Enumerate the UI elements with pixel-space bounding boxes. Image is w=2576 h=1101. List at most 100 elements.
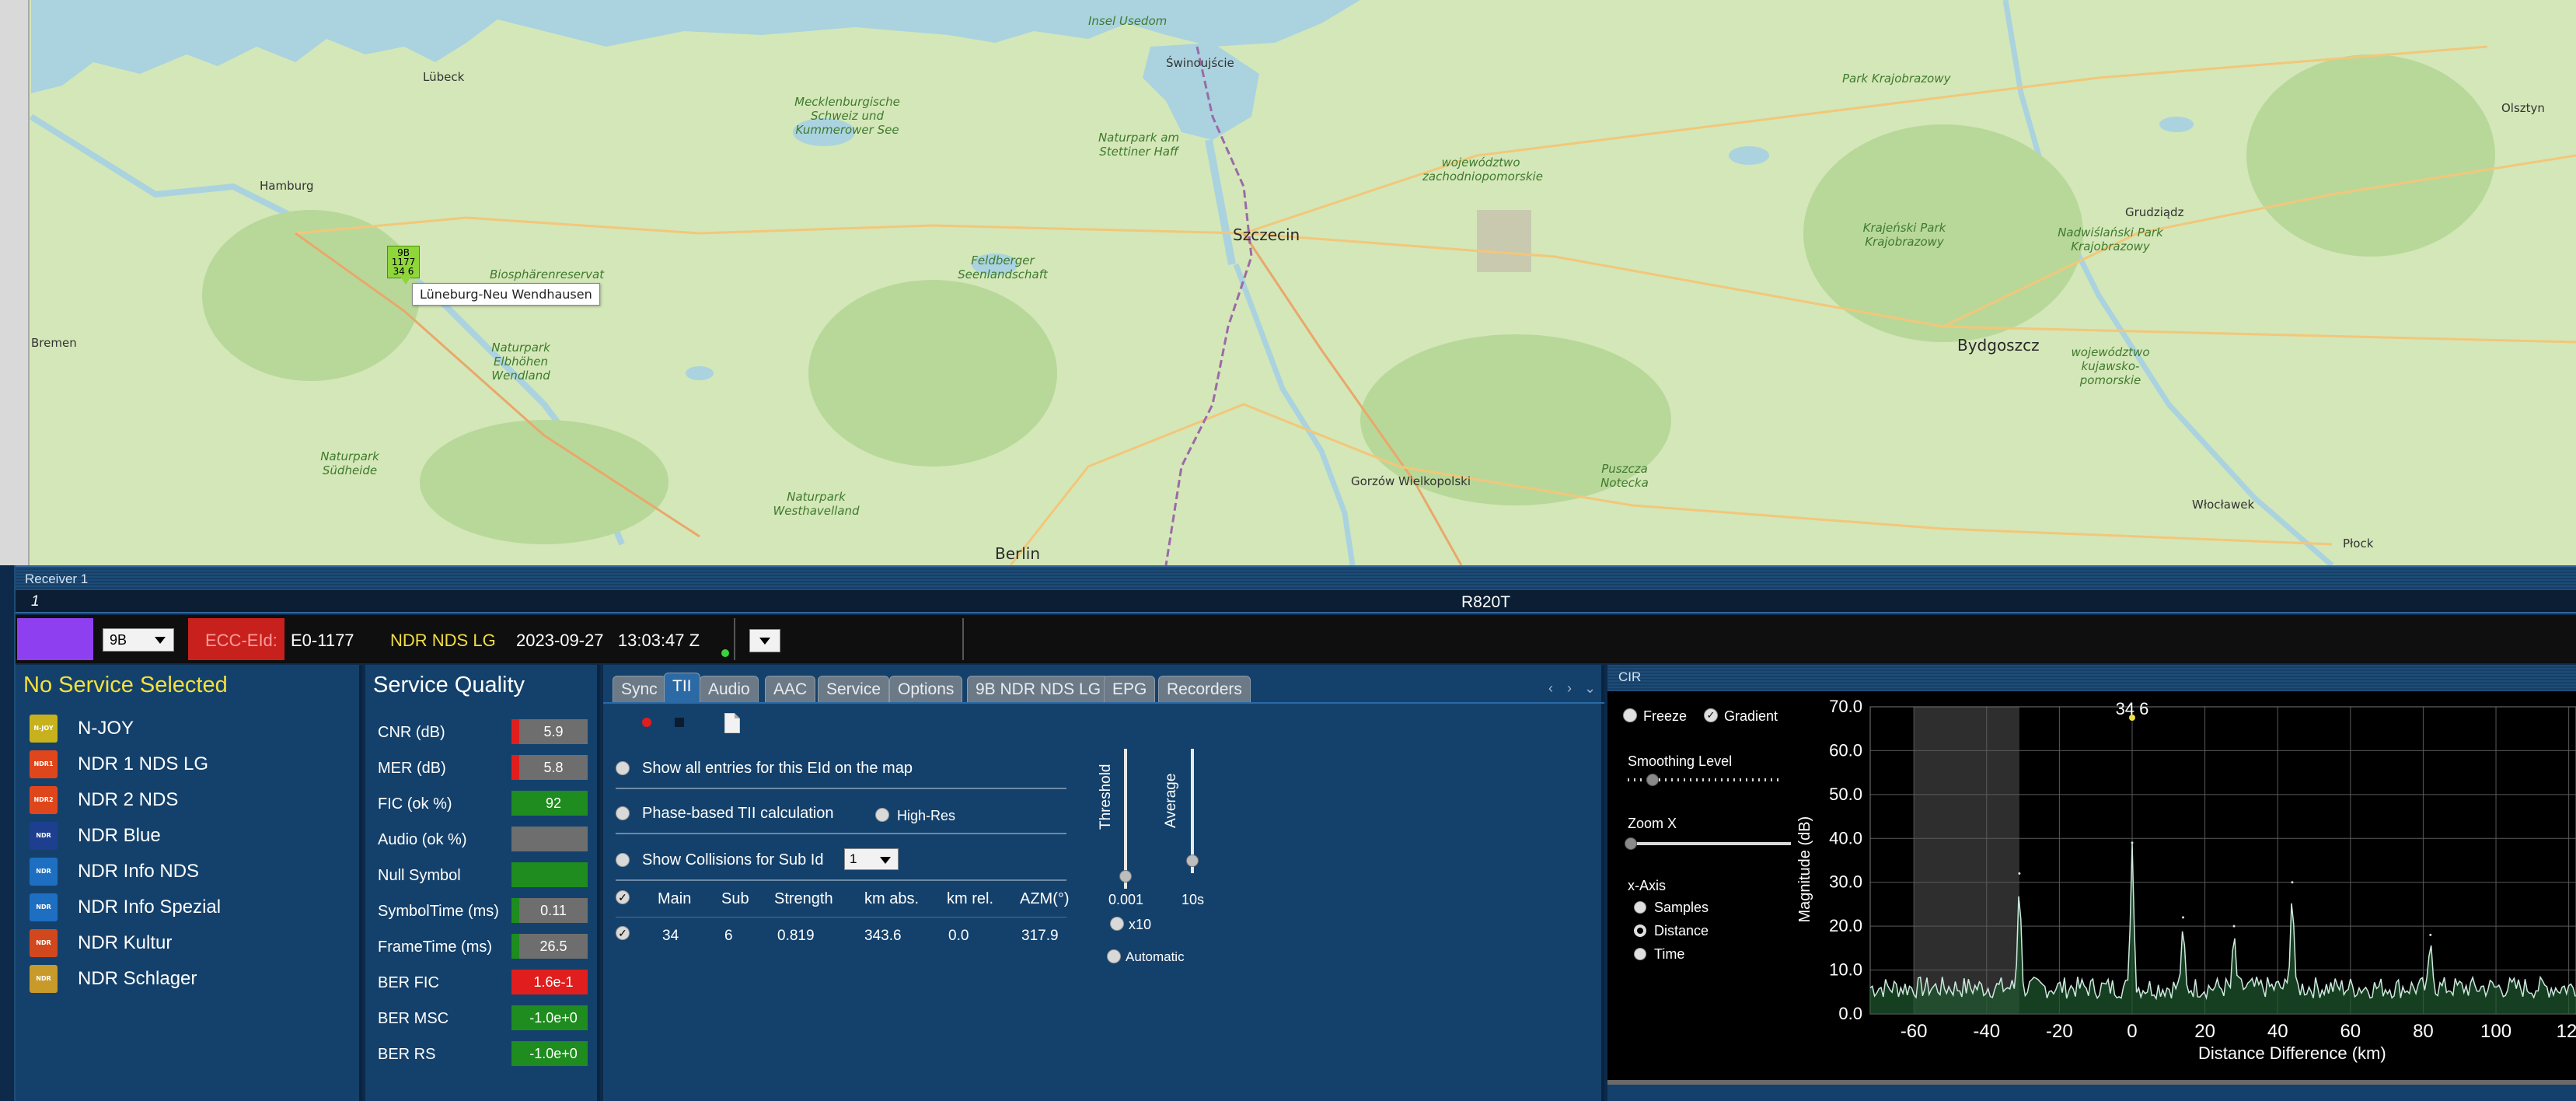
tab-aac[interactable]: AAC xyxy=(765,676,816,702)
cir-scrollbar[interactable] xyxy=(1607,1080,2576,1101)
time-radio[interactable] xyxy=(1634,948,1646,960)
service-item[interactable]: NDR NDR Blue xyxy=(30,820,356,853)
quality-value: 92 xyxy=(519,791,588,816)
radio-button[interactable] xyxy=(616,853,630,867)
tab-audio[interactable]: Audio xyxy=(700,676,759,702)
sub-id-select[interactable]: 1 xyxy=(844,848,899,870)
map-city-label: Świnoujście xyxy=(1166,56,1234,70)
tab-service[interactable]: Service xyxy=(818,676,890,702)
tab-sync[interactable]: Sync xyxy=(613,676,666,702)
quality-row: Null Symbol xyxy=(378,859,595,890)
high-res-radio[interactable] xyxy=(875,808,889,822)
chart-x-tick-label: 100 xyxy=(2480,1021,2511,1042)
zoom-label: Zoom X xyxy=(1628,816,1677,831)
ensemble-info: ECC-EId: E0-1177 NDR NDS LG 2023-09-27 1… xyxy=(188,618,732,660)
sub-id-value: 1 xyxy=(850,851,857,866)
map-region-label: Biosphärenreservat xyxy=(490,267,605,281)
cir-title: CIR xyxy=(1618,669,1642,684)
tab-scroll-left-icon[interactable]: ‹ xyxy=(1548,680,1553,697)
chart-x-tick-label: 80 xyxy=(2413,1021,2434,1042)
average-slider-thumb[interactable] xyxy=(1186,855,1199,867)
time-label: Time xyxy=(1654,946,1685,962)
tab-epg[interactable]: EPG xyxy=(1104,676,1156,702)
gradient-label: Gradient xyxy=(1724,708,1778,724)
quality-label: BER FIC xyxy=(378,974,439,991)
stop-icon[interactable] xyxy=(675,718,684,727)
service-item[interactable]: NDR1 NDR 1 NDS LG xyxy=(30,749,356,781)
quality-row: Audio (ok %) xyxy=(378,823,595,855)
receiver-color-swatch[interactable] xyxy=(17,618,93,660)
cell-km-abs: 343.6 xyxy=(864,928,902,944)
record-icon[interactable] xyxy=(642,718,651,727)
column-header-strength[interactable]: Strength xyxy=(774,890,833,908)
transmitter-marker[interactable]: 9B 1177 34 6 xyxy=(387,246,420,278)
service-item[interactable]: N-JOY N-JOY xyxy=(30,713,356,746)
zoom-slider[interactable] xyxy=(1628,842,1791,845)
map-view[interactable]: Insel Usedom Mecklenburgische Schweiz un… xyxy=(0,0,2576,565)
chart-y-tick-label: 30.0 xyxy=(1829,872,1862,892)
tab-scroll-right-icon[interactable]: › xyxy=(1567,680,1572,697)
tab-recorders[interactable]: Recorders xyxy=(1158,676,1251,702)
cir-controls: Freeze ✓ Gradient Smoothing Level Zoom X… xyxy=(1607,691,1794,1080)
chart-x-tick-label: 12 xyxy=(2557,1021,2576,1042)
map-city-label: Olsztyn xyxy=(2501,101,2545,115)
channel-select[interactable]: 9B xyxy=(103,628,174,652)
show-all-entries-option[interactable]: Show all entries for this EId on the map xyxy=(616,755,1066,781)
threshold-slider-thumb[interactable] xyxy=(1119,870,1132,883)
radio-button[interactable] xyxy=(616,806,630,820)
chart-y-tick-label: 40.0 xyxy=(1829,828,1862,848)
chart-peak-point xyxy=(2018,872,2021,875)
hardware-bar: 1 R820T xyxy=(16,590,2576,613)
radio-button[interactable] xyxy=(616,761,630,775)
map-region-label: Insel Usedom xyxy=(1088,14,1168,28)
collisions-option[interactable]: Show Collisions for Sub Id xyxy=(616,847,1066,873)
tab-tii[interactable]: TII xyxy=(664,673,700,702)
service-item[interactable]: NDR NDR Info NDS xyxy=(30,856,356,889)
distance-radio[interactable] xyxy=(1634,924,1646,937)
options-dropdown-button[interactable] xyxy=(749,629,780,652)
phase-based-option[interactable]: Phase-based TII calculation xyxy=(616,800,1066,827)
receiver-title: Receiver 1 xyxy=(25,571,89,586)
column-header-sub[interactable]: Sub xyxy=(721,890,749,908)
column-header-km-rel[interactable]: km rel. xyxy=(947,890,993,908)
service-item[interactable]: NDR NDR Kultur xyxy=(30,928,356,960)
freeze-checkbox[interactable] xyxy=(1623,708,1637,722)
station-logo-icon: NDR xyxy=(30,858,58,886)
x-axis-label: x-Axis xyxy=(1628,878,1666,893)
zoom-slider-thumb[interactable] xyxy=(1625,837,1637,850)
gradient-check-icon[interactable]: ✓ xyxy=(1704,708,1718,722)
tab-list-chevron-icon[interactable]: ⌄ xyxy=(1584,680,1596,697)
cir-chart[interactable]: 0.0 10.0 20.0 30.0 40.0 50.0 60.0 70.0 -60 -40 -2… xyxy=(1794,691,2576,1080)
receiver-titlebar[interactable]: Receiver 1 xyxy=(16,565,2576,590)
service-item[interactable]: NDR NDR Info Spezial xyxy=(30,892,356,924)
quality-label: SymbolTime (ms) xyxy=(378,903,499,920)
column-header-main[interactable]: Main xyxy=(658,890,691,908)
quality-value: 26.5 xyxy=(519,934,588,959)
automatic-radio[interactable] xyxy=(1107,949,1121,963)
map-region-label: Naturpark Südheide xyxy=(320,449,379,477)
log-file-icon[interactable] xyxy=(724,713,740,733)
quality-accent-bar xyxy=(511,791,519,816)
tab-ensemble[interactable]: 9B NDR NDS LG xyxy=(967,676,1110,702)
smoothing-slider-thumb[interactable] xyxy=(1646,774,1659,786)
chart-x-tick-label: -20 xyxy=(2046,1021,2073,1042)
map-city-label: Włocławek xyxy=(2192,498,2255,512)
column-header-km-abs[interactable]: km abs. xyxy=(864,890,919,908)
service-item[interactable]: NDR NDR Schlager xyxy=(30,963,356,996)
cir-titlebar[interactable]: CIR xyxy=(1607,665,2576,691)
cell-km-rel: 0.0 xyxy=(948,928,969,944)
select-all-check-icon[interactable]: ✓ xyxy=(616,890,630,904)
threshold-label: Threshold xyxy=(1098,764,1114,830)
quality-label: FrameTime (ms) xyxy=(378,938,493,956)
distance-label: Distance xyxy=(1654,923,1709,938)
row-check-icon[interactable]: ✓ xyxy=(616,926,630,940)
column-header-azm[interactable]: AZM(°) xyxy=(1020,890,1070,908)
tab-options[interactable]: Options xyxy=(889,676,963,702)
threshold-slider[interactable] xyxy=(1124,749,1127,889)
smoothing-label: Smoothing Level xyxy=(1628,753,1733,769)
samples-radio[interactable] xyxy=(1634,901,1646,914)
service-item[interactable]: NDR2 NDR 2 NDS xyxy=(30,785,356,817)
chart-y-tick-label: 20.0 xyxy=(1829,916,1862,935)
x10-radio[interactable] xyxy=(1110,917,1124,931)
separator xyxy=(962,618,964,660)
